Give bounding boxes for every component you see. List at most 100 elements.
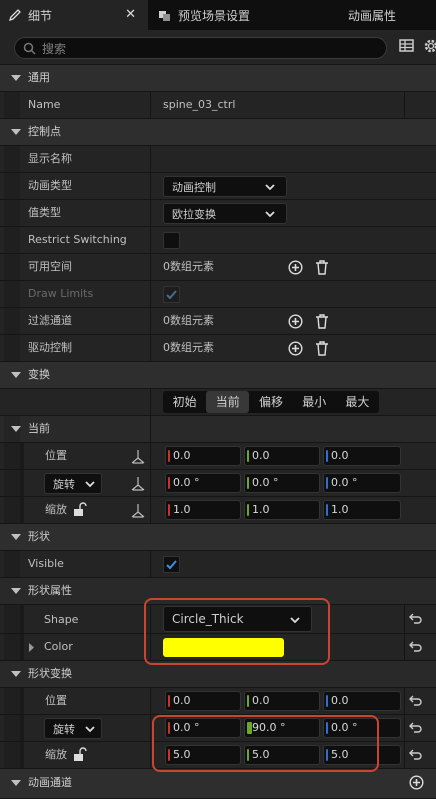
transform-mode-selector[interactable]: 初始 当前 偏移 最小 最大 bbox=[163, 391, 379, 413]
mode-current[interactable]: 当前 bbox=[206, 391, 250, 413]
current-location-x[interactable]: 0.0 bbox=[165, 446, 241, 466]
collapse-arrow-icon bbox=[11, 372, 21, 378]
reset-arrow-icon[interactable] bbox=[408, 722, 422, 735]
add-element-icon[interactable] bbox=[288, 314, 303, 329]
value-type-value: 欧拉变换 bbox=[172, 207, 216, 221]
section-control-label: 控制点 bbox=[28, 125, 61, 138]
name-value: spine_03_ctrl bbox=[163, 98, 236, 111]
row-name: Name spine_03_ctrl bbox=[0, 92, 436, 119]
tab-anim-props[interactable]: 动画属性 bbox=[308, 0, 436, 30]
collapse-arrow-icon bbox=[11, 534, 21, 540]
add-element-icon[interactable] bbox=[288, 341, 303, 356]
restrict-checkbox[interactable] bbox=[163, 232, 180, 249]
check-icon bbox=[166, 560, 177, 570]
expand-arrow-icon[interactable] bbox=[28, 643, 35, 652]
scene-settings-icon bbox=[159, 11, 170, 21]
section-transform[interactable]: 变换 bbox=[0, 362, 436, 389]
scale-label: 缩放 bbox=[45, 503, 67, 516]
tab-details[interactable]: 细节 ✕ bbox=[0, 0, 148, 30]
shape-location-y[interactable]: 0.0 bbox=[244, 691, 320, 711]
anim-type-dropdown[interactable]: 动画控制 bbox=[163, 176, 287, 197]
collapse-arrow-icon bbox=[11, 671, 21, 677]
current-rotation-x[interactable]: 0.0 ° bbox=[165, 473, 241, 493]
unlock-icon[interactable] bbox=[73, 502, 87, 517]
shape-label: Shape bbox=[44, 613, 79, 626]
current-scale-y[interactable]: 1.0 bbox=[244, 500, 320, 520]
row-current-rotation: 旋转 0.0 ° 0.0 ° 0.0 ° bbox=[0, 470, 436, 497]
section-shape[interactable]: 形状 bbox=[0, 524, 436, 551]
search-icon bbox=[23, 42, 36, 55]
shape-location-z[interactable]: 0.0 bbox=[323, 691, 401, 711]
section-current[interactable]: 当前 bbox=[0, 416, 436, 443]
reset-arrow-icon[interactable] bbox=[408, 749, 422, 762]
close-icon[interactable]: ✕ bbox=[125, 7, 136, 22]
color-label: Color bbox=[44, 640, 73, 653]
current-location-y[interactable]: 0.0 bbox=[244, 446, 320, 466]
collapse-arrow-icon bbox=[11, 780, 21, 786]
check-icon bbox=[166, 290, 177, 300]
rotation-mode-dropdown[interactable]: 旋转 bbox=[44, 473, 102, 494]
tab-anim-label: 动画属性 bbox=[347, 8, 396, 23]
mode-initial[interactable]: 初始 bbox=[163, 391, 206, 413]
mode-max[interactable]: 最大 bbox=[336, 391, 379, 413]
row-draw-limits: Draw Limits bbox=[0, 281, 436, 308]
visible-label: Visible bbox=[28, 557, 64, 570]
mode-offset[interactable]: 偏移 bbox=[249, 391, 292, 413]
trash-icon[interactable] bbox=[315, 314, 329, 329]
search-input[interactable]: 搜索 bbox=[14, 37, 387, 59]
draw-limits-checkbox[interactable] bbox=[163, 286, 180, 303]
section-current-label: 当前 bbox=[28, 422, 50, 435]
shape-location-label: 位置 bbox=[45, 694, 67, 707]
shape-location-x[interactable]: 0.0 bbox=[165, 691, 241, 711]
current-rotation-y[interactable]: 0.0 ° bbox=[244, 473, 320, 493]
shape-scale-label: 缩放 bbox=[45, 748, 67, 761]
section-general[interactable]: 通用 bbox=[0, 65, 436, 92]
collapse-arrow-icon bbox=[11, 75, 21, 81]
draw-limits-label: Draw Limits bbox=[28, 287, 94, 300]
table-view-icon[interactable] bbox=[399, 38, 415, 54]
add-element-icon[interactable] bbox=[288, 260, 303, 275]
transform-gizmo-icon[interactable] bbox=[130, 503, 146, 519]
location-label: 位置 bbox=[45, 449, 67, 462]
transform-gizmo-icon[interactable] bbox=[130, 476, 146, 492]
section-anim-channel[interactable]: 动画通道 bbox=[0, 769, 436, 799]
search-placeholder: 搜索 bbox=[42, 41, 67, 56]
collapse-arrow-icon bbox=[11, 129, 21, 135]
row-display-name: 显示名称 bbox=[0, 146, 436, 173]
value-type-dropdown[interactable]: 欧拉变换 bbox=[163, 203, 287, 224]
shape-rotation-label: 旋转 bbox=[53, 722, 75, 736]
section-transform-label: 变换 bbox=[28, 368, 50, 381]
chevron-down-icon bbox=[265, 211, 275, 218]
row-current-location: 位置 0.0 0.0 0.0 bbox=[0, 443, 436, 470]
current-location-z[interactable]: 0.0 bbox=[323, 446, 401, 466]
current-scale-x[interactable]: 1.0 bbox=[165, 500, 241, 520]
row-drive-control: 驱动控制 0数组元素 bbox=[0, 335, 436, 362]
section-control-point[interactable]: 控制点 bbox=[0, 119, 436, 146]
reset-arrow-icon[interactable] bbox=[408, 613, 422, 626]
reset-arrow-icon[interactable] bbox=[408, 695, 422, 708]
current-rotation-z[interactable]: 0.0 ° bbox=[323, 473, 401, 493]
reset-arrow-icon[interactable] bbox=[408, 641, 422, 654]
transform-gizmo-icon[interactable] bbox=[130, 449, 146, 465]
current-scale-z[interactable]: 1.0 bbox=[323, 500, 401, 520]
mode-min[interactable]: 最小 bbox=[293, 391, 336, 413]
shape-rotation-mode-dropdown[interactable]: 旋转 bbox=[44, 718, 102, 739]
highlight-box-transform bbox=[152, 715, 379, 772]
collapse-arrow-icon bbox=[11, 588, 21, 594]
trash-icon[interactable] bbox=[315, 260, 329, 275]
avail-space-value: 0数组元素 bbox=[163, 260, 214, 273]
chevron-down-icon bbox=[265, 184, 275, 191]
pencil-icon bbox=[8, 9, 21, 22]
trash-icon[interactable] bbox=[315, 341, 329, 356]
section-shape-transform[interactable]: 形状变换 bbox=[0, 661, 436, 688]
add-channel-icon[interactable] bbox=[409, 775, 424, 790]
visible-checkbox[interactable] bbox=[163, 556, 180, 573]
tab-preview-settings[interactable]: 预览场景设置 bbox=[148, 0, 308, 30]
gear-icon[interactable] bbox=[423, 38, 436, 54]
row-anim-type: 动画类型 动画控制 bbox=[0, 173, 436, 200]
drive-label: 驱动控制 bbox=[28, 341, 72, 354]
drive-value: 0数组元素 bbox=[163, 341, 214, 354]
unlock-icon[interactable] bbox=[73, 747, 87, 762]
collapse-arrow-icon bbox=[11, 426, 21, 432]
filter-label: 过滤通道 bbox=[28, 314, 72, 327]
